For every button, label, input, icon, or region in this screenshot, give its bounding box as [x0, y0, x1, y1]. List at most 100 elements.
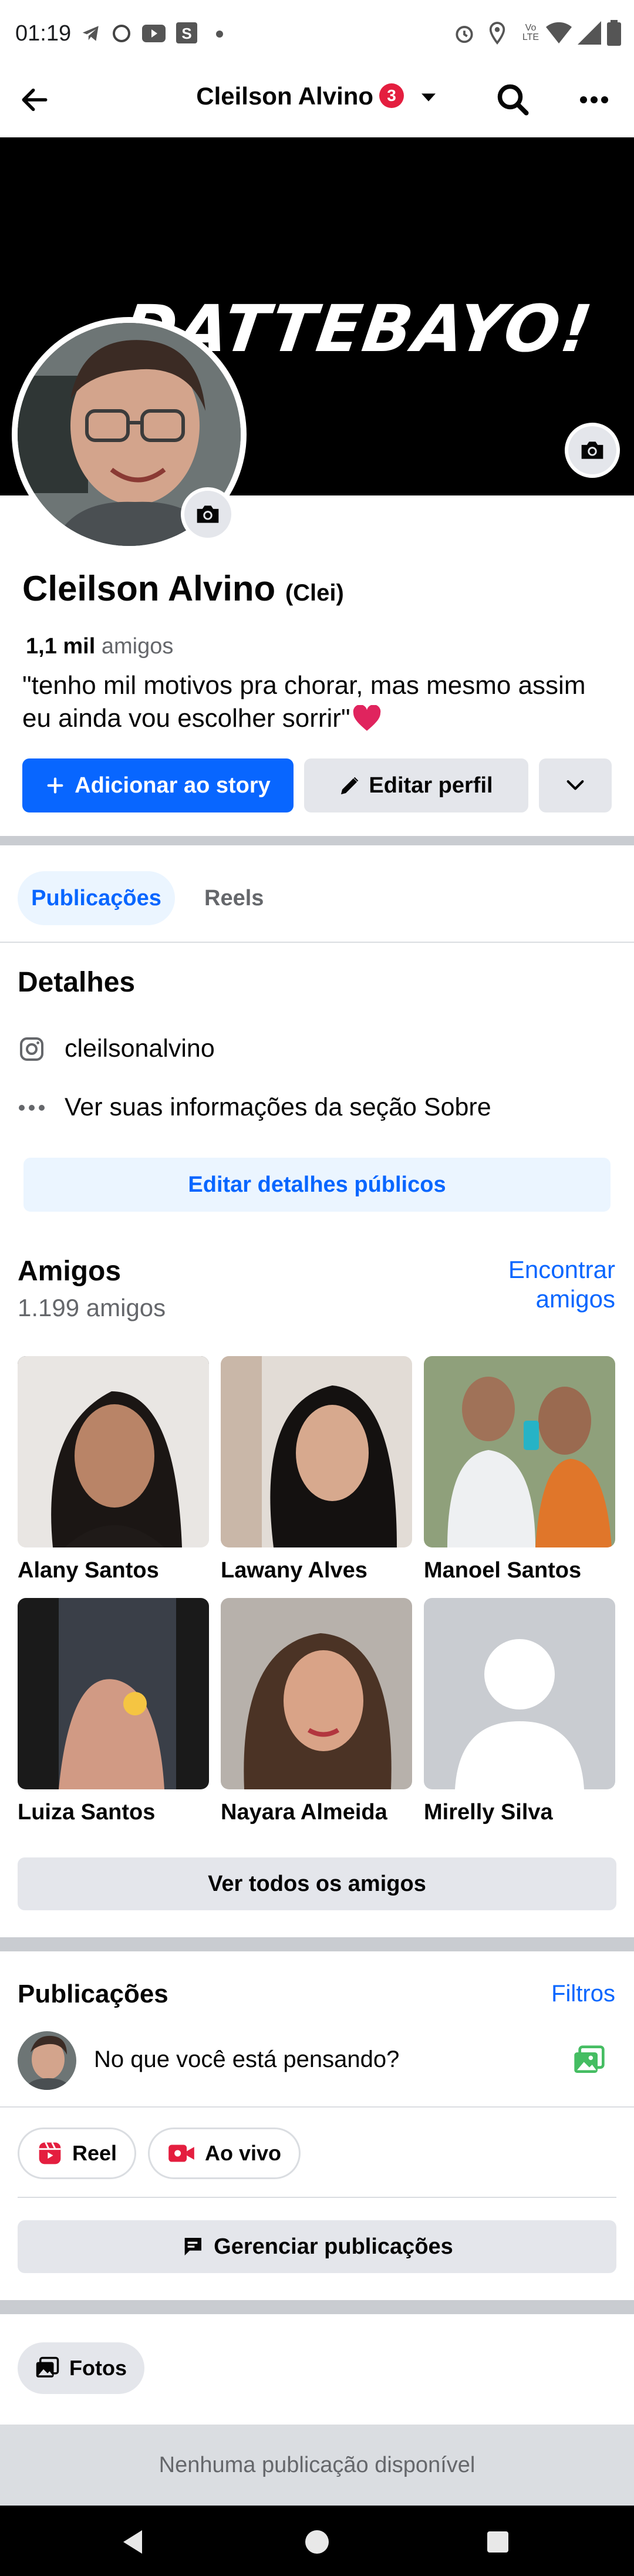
profile-nickname: (Clei) [285, 580, 344, 606]
divider-cap [0, 845, 634, 854]
reel-button[interactable]: Reel [18, 2127, 137, 2179]
status-time: 01:19 [15, 21, 72, 46]
friend-photo-placeholder [424, 1598, 615, 1789]
tabs-separator [0, 942, 634, 943]
nav-recents-icon[interactable] [487, 2531, 508, 2553]
friend-name: Nayara Almeida [221, 1800, 387, 1825]
friend-card[interactable]: Alany Santos [18, 1356, 209, 1583]
more-options-icon[interactable] [579, 94, 609, 106]
add-to-story-label: Adicionar ao story [75, 773, 271, 798]
heart-icon [353, 705, 380, 731]
reel-icon [39, 2142, 61, 2164]
friends-count-number: 1,1 mil [26, 634, 96, 659]
details-title: Detalhes [18, 967, 136, 998]
empty-posts-message: Nenhuma publicação disponível [0, 2425, 634, 2506]
cover-camera-button[interactable] [565, 423, 620, 478]
ellipsis-icon [19, 1104, 45, 1111]
bio-line-2-wrap: eu ainda vou escolher sorrir" [22, 702, 609, 735]
find-friends-line-2: amigos [535, 1285, 615, 1313]
svg-text:S: S [181, 25, 191, 42]
find-friends-link[interactable]: Encontrar amigos [508, 1255, 615, 1314]
notification-badge: 3 [379, 83, 404, 108]
about-link: Ver suas informações da seção Sobre [65, 1093, 491, 1121]
system-navigation-bar [0, 2506, 634, 2576]
composer-avatar-art [18, 2031, 76, 2090]
edit-profile-button[interactable]: Editar perfil [304, 758, 528, 812]
photos-icon [36, 2356, 59, 2378]
friends-title: Amigos [18, 1256, 122, 1287]
friend-name: Lawany Alves [221, 1558, 367, 1583]
composer-prompt[interactable]: No que você está pensando? [94, 2046, 399, 2073]
add-to-story-button[interactable]: Adicionar ao story [22, 758, 294, 812]
friend-name: Manoel Santos [424, 1558, 582, 1583]
detail-about[interactable]: Ver suas informações da seção Sobre [18, 1093, 491, 1122]
posts-title: Publicações [18, 1980, 168, 2008]
friend-card[interactable]: Luiza Santos [18, 1598, 209, 1825]
dot-indicator [216, 31, 223, 38]
manage-posts-icon [184, 2238, 202, 2255]
pencil-icon [341, 777, 359, 795]
wifi-icon [546, 22, 572, 43]
live-button[interactable]: Ao vivo [148, 2127, 301, 2179]
avatar-camera-button[interactable] [181, 487, 235, 541]
alarm-icon [456, 26, 473, 43]
section-divider [0, 2300, 634, 2314]
find-friends-line-1: Encontrar [508, 1256, 615, 1283]
filters-link[interactable]: Filtros [551, 1981, 615, 2007]
battery-icon [607, 20, 621, 46]
friend-photo [221, 1598, 412, 1789]
friends-count-label: amigos [101, 634, 174, 659]
friends-count[interactable]: 1,1 mil amigos [26, 634, 173, 659]
profile-bio: "tenho mil motivos pra chorar, mas mesmo… [22, 669, 609, 735]
friend-photo-art [424, 1356, 615, 1547]
instagram-icon [20, 1037, 43, 1061]
see-all-friends-button[interactable]: Ver todos os amigos [18, 1857, 616, 1910]
composer-avatar [18, 2031, 76, 2090]
header-title: Cleilson Alvino [196, 82, 374, 110]
profile-name: Cleilson Alvino (Clei) [22, 568, 344, 609]
friends-total: 1.199 amigos [18, 1294, 166, 1321]
friend-photo [18, 1598, 209, 1789]
detail-instagram[interactable]: cleilsonalvino [18, 1034, 215, 1063]
search-icon[interactable] [495, 82, 531, 117]
friend-photo [424, 1356, 615, 1547]
instagram-handle: cleilsonalvino [65, 1034, 215, 1063]
chips-separator [18, 2197, 616, 2198]
camera-icon [197, 505, 219, 523]
live-video-icon [168, 2145, 194, 2162]
friend-photo-art [18, 1598, 209, 1789]
reel-label: Reel [72, 2141, 117, 2165]
tab-publicacoes[interactable]: Publicações [18, 871, 175, 925]
telegram-icon [82, 26, 99, 41]
at-sign-icon [113, 25, 130, 42]
friend-name: Luiza Santos [18, 1800, 156, 1825]
default-avatar-icon [455, 1639, 584, 1789]
volte-label: Vo LTE [522, 23, 539, 42]
friend-card[interactable]: Lawany Alves [221, 1356, 412, 1583]
bio-line-2: eu ainda vou escolher sorrir" [22, 704, 350, 733]
signal-icon [578, 21, 601, 45]
edit-public-details-button[interactable]: Editar detalhes públicos [23, 1158, 611, 1212]
friend-photo-art [221, 1598, 412, 1789]
friend-card[interactable]: Nayara Almeida [221, 1598, 412, 1825]
section-divider [0, 1937, 634, 1951]
bio-line-1: "tenho mil motivos pra chorar, mas mesmo… [22, 671, 586, 700]
tab-reels[interactable]: Reels [204, 871, 264, 925]
chevron-down-icon [421, 93, 436, 102]
manage-posts-button[interactable]: Gerenciar publicações [18, 2220, 616, 2273]
photos-label: Fotos [69, 2356, 127, 2380]
friend-name: Alany Santos [18, 1558, 159, 1583]
nav-home-icon[interactable] [305, 2530, 329, 2554]
friend-card[interactable]: Mirelly Silva [424, 1598, 615, 1825]
nav-back-icon[interactable] [121, 2529, 144, 2555]
profile-switcher[interactable]: Cleilson Alvino 3 [0, 82, 634, 110]
manage-posts-label: Gerenciar publicações [214, 2234, 453, 2259]
photos-chip[interactable]: Fotos [18, 2342, 144, 2394]
plus-icon [47, 777, 63, 794]
friend-photo [18, 1356, 209, 1547]
location-icon [489, 22, 505, 45]
app-s-icon: S [176, 22, 197, 43]
friend-card[interactable]: Manoel Santos [424, 1356, 615, 1583]
more-actions-button[interactable] [539, 758, 612, 812]
photo-icon[interactable] [573, 2045, 606, 2076]
